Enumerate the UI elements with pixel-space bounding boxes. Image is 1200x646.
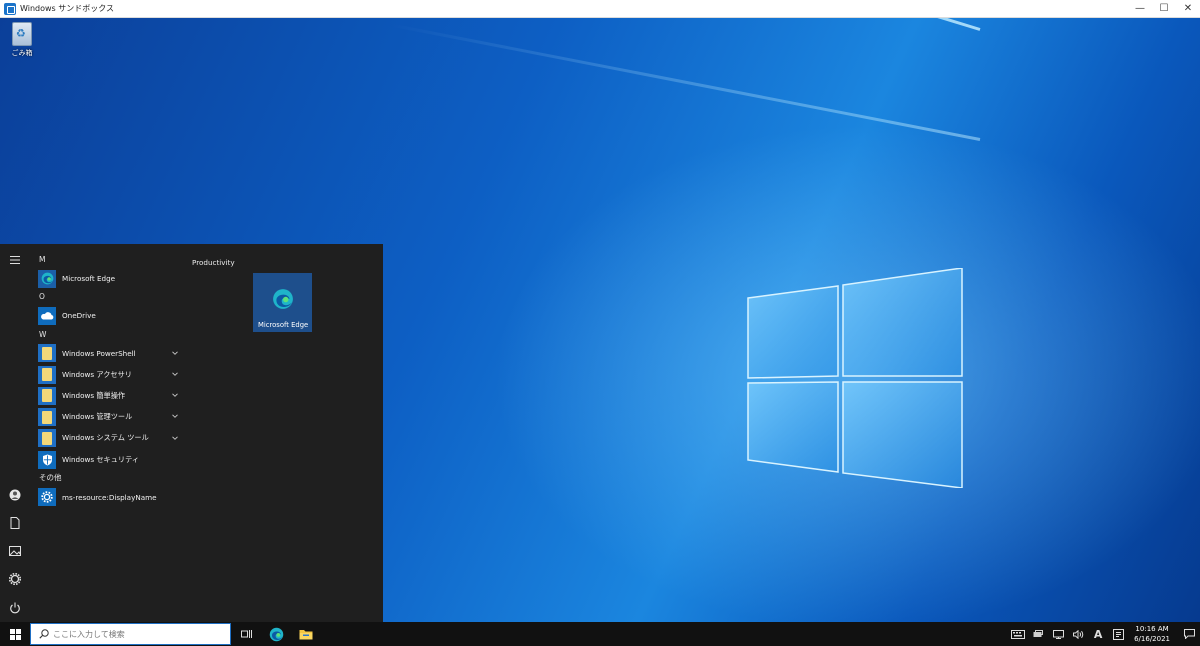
network-icon[interactable]: [1051, 622, 1065, 646]
touch-keyboard-icon[interactable]: [1011, 622, 1026, 646]
onedrive-icon: [38, 306, 56, 325]
folder-icon: [38, 429, 56, 448]
ime-mode-indicator[interactable]: A: [1091, 622, 1105, 646]
close-button[interactable]: ✕: [1176, 0, 1200, 18]
tile-group-title[interactable]: Productivity: [192, 258, 235, 267]
search-input[interactable]: [53, 629, 223, 639]
taskbar-search-box[interactable]: [30, 623, 231, 645]
language-bar-icon[interactable]: [1111, 622, 1125, 646]
app-folder-windows-system-tools[interactable]: Windows システム ツール: [34, 428, 184, 449]
action-center-button[interactable]: [1178, 629, 1200, 639]
chevron-down-icon[interactable]: [172, 371, 178, 377]
recycle-bin-label: ごみ箱: [11, 49, 33, 57]
minimize-button[interactable]: —: [1128, 0, 1152, 18]
app-folder-windows-accessories[interactable]: Windows アクセサリ: [34, 364, 184, 385]
app-name: Windows PowerShell: [62, 348, 136, 358]
app-name: Windows セキュリティ: [62, 454, 140, 464]
sandbox-app-icon: [4, 2, 16, 15]
edge-icon: [269, 627, 283, 641]
task-view-button[interactable]: [231, 622, 261, 646]
taskbar: A 10:16 AM 6/16/2021: [0, 622, 1200, 646]
start-button[interactable]: [0, 622, 30, 646]
app-name: ms-resource:DisplayName: [62, 492, 157, 502]
app-onedrive[interactable]: OneDrive: [34, 305, 184, 326]
wallpaper-light-beam: [390, 23, 981, 141]
edge-icon: [38, 269, 56, 288]
window-title: Windows サンドボックス: [20, 4, 115, 13]
search-icon: [35, 629, 53, 639]
app-name: Microsoft Edge: [62, 274, 116, 284]
start-rail: [0, 244, 30, 622]
windows-logo-wallpaper: [746, 267, 964, 489]
taskbar-file-explorer-button[interactable]: [291, 622, 321, 646]
app-name: Windows 管理ツール: [62, 412, 133, 422]
tile-microsoft-edge[interactable]: Microsoft Edge: [253, 273, 312, 332]
recycle-bin-icon: [12, 22, 32, 46]
folder-icon: [38, 365, 56, 384]
system-tray: A 10:16 AM 6/16/2021: [1008, 622, 1200, 646]
file-explorer-icon: [299, 629, 313, 639]
chevron-down-icon[interactable]: [172, 435, 178, 441]
app-name: Windows 簡単操作: [62, 390, 126, 400]
clock-date: 6/16/2021: [1134, 635, 1170, 643]
maximize-button[interactable]: ☐: [1152, 0, 1176, 18]
window-title-bar[interactable]: Windows サンドボックス — ☐ ✕: [0, 0, 1200, 18]
folder-icon: [38, 386, 56, 405]
power-icon[interactable]: [0, 597, 30, 619]
app-windows-security[interactable]: Windows セキュリティ: [34, 449, 184, 470]
section-letter-w[interactable]: W: [34, 327, 184, 343]
app-list: M Microsoft Edge O OneDrive W Windows Po…: [34, 252, 184, 508]
windows-start-icon: [9, 628, 21, 640]
section-letter-m[interactable]: M: [34, 252, 184, 268]
app-name: OneDrive: [62, 311, 96, 321]
shield-icon: [38, 450, 56, 469]
hidden-icons-icon[interactable]: [1031, 622, 1045, 646]
app-name: Windows システム ツール: [62, 433, 149, 443]
gear-icon: [38, 488, 56, 507]
taskbar-edge-button[interactable]: [261, 622, 291, 646]
volume-icon[interactable]: [1071, 622, 1085, 646]
section-letter-other[interactable]: その他: [34, 470, 184, 486]
app-microsoft-edge[interactable]: Microsoft Edge: [34, 268, 184, 289]
tile-label: Microsoft Edge: [258, 321, 309, 329]
section-letter-o[interactable]: O: [34, 289, 184, 305]
edge-icon: [272, 289, 293, 309]
app-folder-windows-admin-tools[interactable]: Windows 管理ツール: [34, 406, 184, 427]
app-ms-resource-displayname[interactable]: ms-resource:DisplayName: [34, 486, 184, 507]
app-folder-windows-ease-of-access[interactable]: Windows 簡単操作: [34, 385, 184, 406]
start-menu[interactable]: M Microsoft Edge O OneDrive W Windows Po…: [0, 244, 383, 622]
app-folder-windows-powershell[interactable]: Windows PowerShell: [34, 343, 184, 364]
hamburger-icon[interactable]: [0, 249, 30, 271]
app-name: Windows アクセサリ: [62, 369, 132, 379]
pictures-icon[interactable]: [0, 540, 30, 562]
task-view-icon: [241, 630, 252, 638]
folder-icon: [38, 408, 56, 427]
recycle-bin-shortcut[interactable]: ごみ箱: [6, 22, 38, 58]
taskbar-clock[interactable]: 10:16 AM 6/16/2021: [1134, 624, 1170, 644]
chevron-down-icon[interactable]: [172, 413, 178, 419]
documents-icon[interactable]: [0, 512, 30, 534]
clock-time: 10:16 AM: [1135, 625, 1169, 633]
wallpaper-light-beam: [157, 18, 981, 31]
chevron-down-icon[interactable]: [172, 350, 178, 356]
chevron-down-icon[interactable]: [172, 392, 178, 398]
notification-icon: [1183, 629, 1195, 639]
settings-icon[interactable]: [0, 568, 30, 590]
user-icon[interactable]: [0, 484, 30, 506]
folder-icon: [38, 344, 56, 363]
